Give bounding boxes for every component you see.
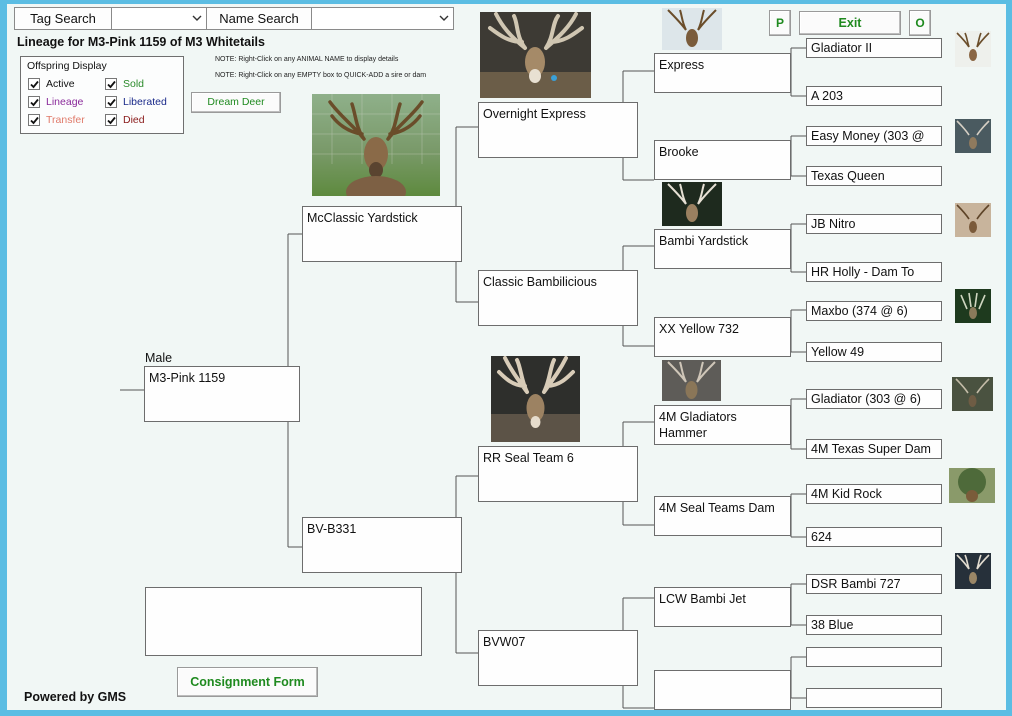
gen4-photo-1[interactable] xyxy=(955,31,991,67)
gen4-photo-13[interactable] xyxy=(955,553,991,589)
grandsire-maternal-photo[interactable] xyxy=(491,356,580,442)
subject-animal-box[interactable]: M3-Pink 1159 xyxy=(144,366,300,422)
gen4-photo-3[interactable] xyxy=(955,119,991,153)
sire-box[interactable]: McClassic Yardstick xyxy=(302,206,462,262)
lineage-form: Tag Search Name Search Lineage for M3-Pi… xyxy=(7,4,1006,710)
gen4-box-11[interactable]: 4M Kid Rock xyxy=(806,484,942,504)
gen4-photo-7[interactable] xyxy=(955,289,991,323)
gen3-box-8[interactable] xyxy=(654,670,791,710)
gen4-box-10[interactable]: 4M Texas Super Dam xyxy=(806,439,942,459)
gen4-photo-11[interactable] xyxy=(949,468,995,503)
gen4-box-15[interactable] xyxy=(806,647,942,667)
gen4-box-5[interactable]: JB Nitro xyxy=(806,214,942,234)
gen4-box-7[interactable]: Maxbo (374 @ 6) xyxy=(806,301,942,321)
gen4-box-16[interactable] xyxy=(806,688,942,708)
gen3-box-7[interactable]: LCW Bambi Jet xyxy=(654,587,791,627)
gen4-box-9[interactable]: Gladiator (303 @ 6) xyxy=(806,389,942,409)
gen3-box-2[interactable]: Brooke xyxy=(654,140,791,180)
gen4-box-1[interactable]: Gladiator II xyxy=(806,38,942,58)
gen3-photo-1[interactable] xyxy=(662,8,722,50)
gen3-photo-5[interactable] xyxy=(662,360,721,401)
gen4-box-13[interactable]: DSR Bambi 727 xyxy=(806,574,942,594)
grandsire-maternal-box[interactable]: RR Seal Team 6 xyxy=(478,446,638,502)
dam-box[interactable]: BV-B331 xyxy=(302,517,462,573)
powered-by-label: Powered by GMS xyxy=(24,690,127,704)
gen3-box-4[interactable]: XX Yellow 732 xyxy=(654,317,791,357)
granddam-paternal-box[interactable]: Classic Bambilicious xyxy=(478,270,638,326)
gen3-box-3[interactable]: Bambi Yardstick xyxy=(654,229,791,269)
grandsire-paternal-photo[interactable] xyxy=(480,12,591,98)
gen3-box-1[interactable]: Express xyxy=(654,53,791,93)
gen4-box-12[interactable]: 624 xyxy=(806,527,942,547)
gen4-box-3[interactable]: Easy Money (303 @ xyxy=(806,126,942,146)
subject-sex: Male xyxy=(145,351,173,365)
sire-photo[interactable] xyxy=(312,94,440,196)
gen4-box-8[interactable]: Yellow 49 xyxy=(806,342,942,362)
gen3-photo-3[interactable] xyxy=(662,182,722,226)
granddam-maternal-box[interactable]: BVW07 xyxy=(478,630,638,686)
gen3-box-5[interactable]: 4M Gladiators Hammer xyxy=(654,405,791,445)
gen4-photo-9[interactable] xyxy=(952,377,993,411)
notes-box[interactable] xyxy=(145,587,422,656)
gen4-photo-5[interactable] xyxy=(955,203,991,237)
gen4-box-2[interactable]: A 203 xyxy=(806,86,942,106)
gen4-box-6[interactable]: HR Holly - Dam To xyxy=(806,262,942,282)
gen4-box-4[interactable]: Texas Queen xyxy=(806,166,942,186)
gen4-box-14[interactable]: 38 Blue xyxy=(806,615,942,635)
gen3-box-6[interactable]: 4M Seal Teams Dam xyxy=(654,496,791,536)
grandsire-paternal-box[interactable]: Overnight Express xyxy=(478,102,638,158)
